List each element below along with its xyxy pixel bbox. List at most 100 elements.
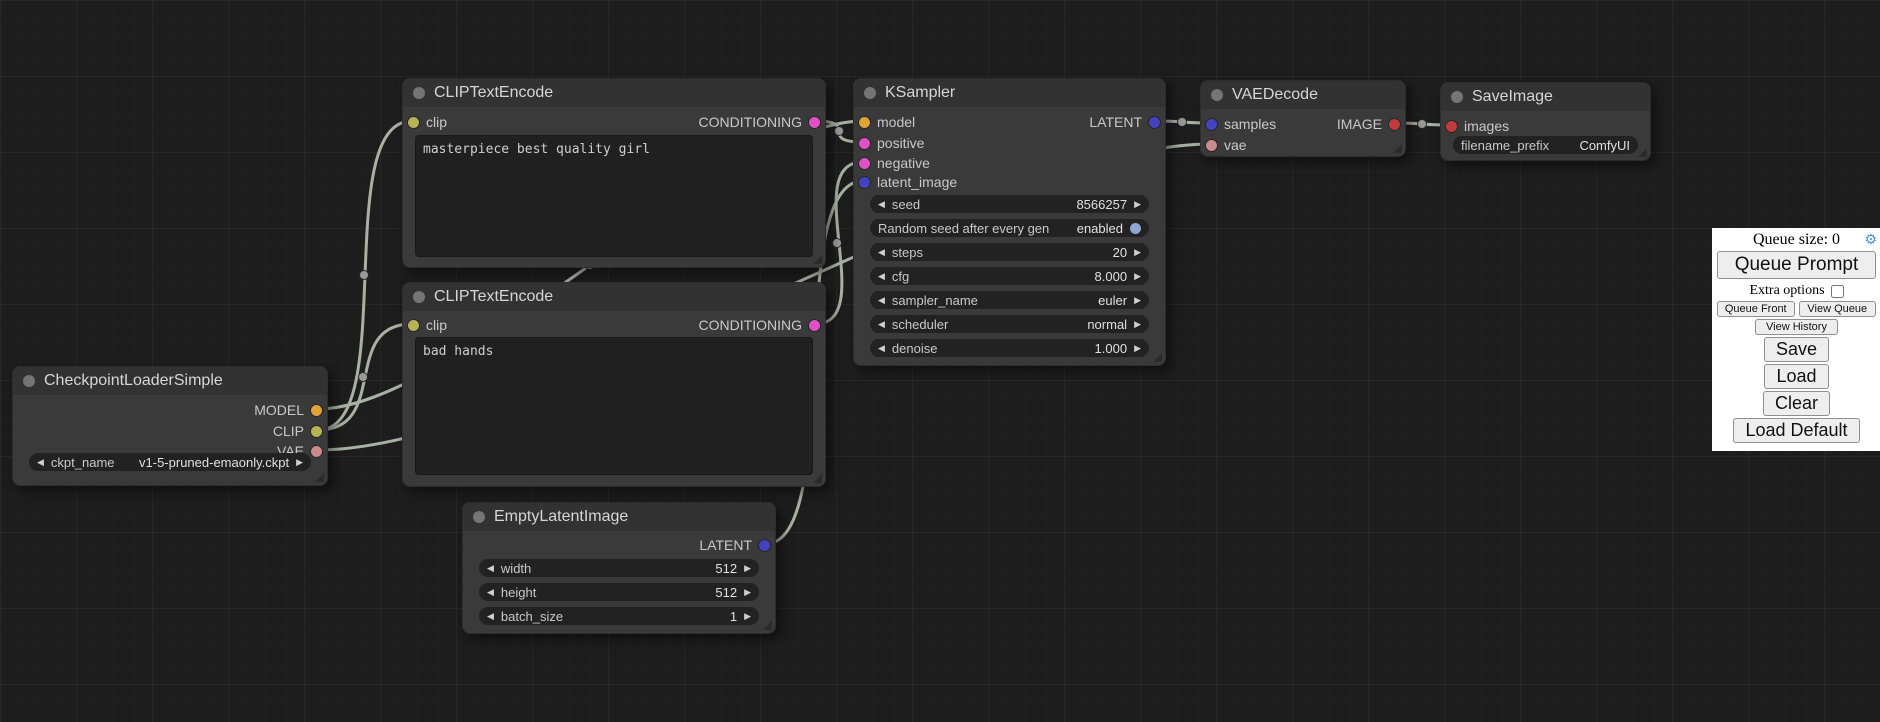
collapse-dot-icon[interactable] xyxy=(1451,91,1463,103)
clip-output-port[interactable] xyxy=(311,426,322,437)
node-clip-text-encode-positive[interactable]: CLIPTextEncode clip CONDITIONING masterp… xyxy=(402,78,826,268)
decrement-arrow-icon[interactable]: ◀ xyxy=(878,315,885,333)
view-history-button[interactable]: View History xyxy=(1755,319,1838,335)
decrement-arrow-icon[interactable]: ◀ xyxy=(487,583,494,601)
increment-arrow-icon[interactable]: ▶ xyxy=(1134,195,1141,213)
negative-prompt-textarea[interactable]: bad hands xyxy=(415,337,813,475)
increment-arrow-icon[interactable]: ▶ xyxy=(1134,339,1141,357)
negative-input-port[interactable] xyxy=(859,158,870,169)
model-input-port[interactable] xyxy=(859,117,870,128)
decrement-arrow-icon[interactable]: ◀ xyxy=(878,339,885,357)
decrement-arrow-icon[interactable]: ◀ xyxy=(37,453,44,471)
view-queue-button[interactable]: View Queue xyxy=(1799,301,1877,317)
conditioning-output-port[interactable] xyxy=(809,320,820,331)
slot-label: CONDITIONING xyxy=(699,317,802,333)
settings-gear-icon[interactable]: ⚙ xyxy=(1864,231,1877,249)
slot-label: LATENT xyxy=(699,537,752,553)
resize-grip-icon[interactable] xyxy=(763,621,772,630)
node-header[interactable]: CLIPTextEncode xyxy=(403,79,825,107)
samples-input-port[interactable] xyxy=(1206,119,1217,130)
node-save-image[interactable]: SaveImage images filename_prefix ComfyUI xyxy=(1440,82,1651,161)
node-graph-canvas[interactable]: CheckpointLoaderSimple MODEL CLIP VAE ◀ … xyxy=(0,0,1880,722)
decrement-arrow-icon[interactable]: ◀ xyxy=(878,243,885,261)
node-header[interactable]: SaveImage xyxy=(1441,83,1650,111)
resize-grip-icon[interactable] xyxy=(813,474,822,483)
resize-grip-icon[interactable] xyxy=(1393,144,1402,153)
queue-front-button[interactable]: Queue Front xyxy=(1717,301,1795,317)
images-input-port[interactable] xyxy=(1446,121,1457,132)
extra-options-checkbox[interactable] xyxy=(1831,285,1844,298)
increment-arrow-icon[interactable]: ▶ xyxy=(744,583,751,601)
latent-image-input-port[interactable] xyxy=(859,177,870,188)
increment-arrow-icon[interactable]: ▶ xyxy=(1134,315,1141,333)
ckpt-name-widget[interactable]: ◀ ckpt_name v1-5-pruned-emaonly.ckpt ▶ xyxy=(29,453,311,471)
vae-output-port[interactable] xyxy=(311,446,322,457)
cfg-widget[interactable]: ◀ cfg 8.000 ▶ xyxy=(870,267,1149,285)
node-ksampler[interactable]: KSampler model LATENT positive negative … xyxy=(853,78,1166,366)
collapse-dot-icon[interactable] xyxy=(23,375,35,387)
slot-label: clip xyxy=(426,317,447,333)
node-title: CheckpointLoaderSimple xyxy=(44,372,223,390)
decrement-arrow-icon[interactable]: ◀ xyxy=(487,559,494,577)
load-button[interactable]: Load xyxy=(1764,364,1828,389)
random-seed-toggle-widget[interactable]: Random seed after every gen enabled xyxy=(870,219,1149,237)
output-slot-latent: LATENT xyxy=(1089,113,1160,131)
node-header[interactable]: EmptyLatentImage xyxy=(463,503,775,531)
save-button[interactable]: Save xyxy=(1764,337,1829,362)
collapse-dot-icon[interactable] xyxy=(413,291,425,303)
resize-grip-icon[interactable] xyxy=(1638,148,1647,157)
collapse-dot-icon[interactable] xyxy=(413,87,425,99)
vae-input-port[interactable] xyxy=(1206,140,1217,151)
output-slot-conditioning: CONDITIONING xyxy=(699,113,820,131)
node-vae-decode[interactable]: VAEDecode samples IMAGE vae xyxy=(1200,80,1406,157)
scheduler-widget[interactable]: ◀ scheduler normal ▶ xyxy=(870,315,1149,333)
latent-output-port[interactable] xyxy=(759,540,770,551)
slot-label: samples xyxy=(1224,116,1276,132)
seed-widget[interactable]: ◀ seed 8566257 ▶ xyxy=(870,195,1149,213)
increment-arrow-icon[interactable]: ▶ xyxy=(296,453,303,471)
positive-input-port[interactable] xyxy=(859,138,870,149)
clear-button[interactable]: Clear xyxy=(1763,391,1830,416)
toggle-on-indicator-icon[interactable] xyxy=(1130,223,1141,234)
positive-prompt-textarea[interactable]: masterpiece best quality girl xyxy=(415,135,813,257)
extra-options-label: Extra options xyxy=(1749,283,1824,299)
clip-input-port[interactable] xyxy=(408,320,419,331)
decrement-arrow-icon[interactable]: ◀ xyxy=(878,195,885,213)
node-clip-text-encode-negative[interactable]: CLIPTextEncode clip CONDITIONING bad han… xyxy=(402,282,826,487)
filename-prefix-widget[interactable]: filename_prefix ComfyUI xyxy=(1453,136,1638,154)
collapse-dot-icon[interactable] xyxy=(864,87,876,99)
decrement-arrow-icon[interactable]: ◀ xyxy=(487,607,494,625)
node-header[interactable]: KSampler xyxy=(854,79,1165,107)
clip-input-port[interactable] xyxy=(408,117,419,128)
widget-value: enabled xyxy=(1077,221,1123,236)
image-output-port[interactable] xyxy=(1389,119,1400,130)
node-header[interactable]: CLIPTextEncode xyxy=(403,283,825,311)
increment-arrow-icon[interactable]: ▶ xyxy=(1134,243,1141,261)
decrement-arrow-icon[interactable]: ◀ xyxy=(878,267,885,285)
node-header[interactable]: VAEDecode xyxy=(1201,81,1405,109)
collapse-dot-icon[interactable] xyxy=(1211,89,1223,101)
node-header[interactable]: CheckpointLoaderSimple xyxy=(13,367,327,395)
node-checkpoint-loader[interactable]: CheckpointLoaderSimple MODEL CLIP VAE ◀ … xyxy=(12,366,328,486)
resize-grip-icon[interactable] xyxy=(813,255,822,264)
steps-widget[interactable]: ◀ steps 20 ▶ xyxy=(870,243,1149,261)
queue-prompt-button[interactable]: Queue Prompt xyxy=(1717,251,1876,279)
increment-arrow-icon[interactable]: ▶ xyxy=(744,559,751,577)
width-widget[interactable]: ◀ width 512 ▶ xyxy=(479,559,759,577)
decrement-arrow-icon[interactable]: ◀ xyxy=(878,291,885,309)
resize-grip-icon[interactable] xyxy=(1153,353,1162,362)
sampler-name-widget[interactable]: ◀ sampler_name euler ▶ xyxy=(870,291,1149,309)
height-widget[interactable]: ◀ height 512 ▶ xyxy=(479,583,759,601)
model-output-port[interactable] xyxy=(311,405,322,416)
conditioning-output-port[interactable] xyxy=(809,117,820,128)
latent-output-port[interactable] xyxy=(1149,117,1160,128)
batch-size-widget[interactable]: ◀ batch_size 1 ▶ xyxy=(479,607,759,625)
increment-arrow-icon[interactable]: ▶ xyxy=(1134,291,1141,309)
increment-arrow-icon[interactable]: ▶ xyxy=(744,607,751,625)
load-default-button[interactable]: Load Default xyxy=(1733,418,1859,443)
node-empty-latent-image[interactable]: EmptyLatentImage LATENT ◀ width 512 ▶ ◀ … xyxy=(462,502,776,634)
collapse-dot-icon[interactable] xyxy=(473,511,485,523)
increment-arrow-icon[interactable]: ▶ xyxy=(1134,267,1141,285)
denoise-widget[interactable]: ◀ denoise 1.000 ▶ xyxy=(870,339,1149,357)
resize-grip-icon[interactable] xyxy=(315,473,324,482)
